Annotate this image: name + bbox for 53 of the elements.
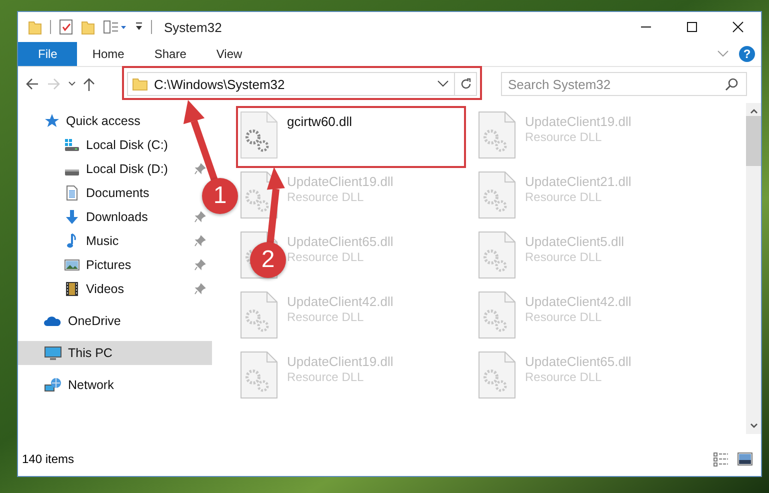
- up-arrow-icon[interactable]: [82, 76, 96, 92]
- sidebar-item[interactable]: OneDrive: [18, 309, 125, 333]
- sidebar-item[interactable]: Music: [18, 229, 123, 253]
- sidebar-item[interactable]: Local Disk (D:): [18, 157, 172, 181]
- pin-icon[interactable]: [194, 259, 206, 271]
- details-view-icon[interactable]: [713, 451, 729, 467]
- file-menu-button[interactable]: File: [18, 42, 78, 66]
- address-path[interactable]: C:\Windows\System32: [154, 76, 436, 92]
- sidebar-item[interactable]: Videos: [18, 277, 128, 301]
- sidebar-item[interactable]: Network: [18, 373, 118, 397]
- folder-icon[interactable]: [81, 19, 95, 35]
- chevron-down-icon[interactable]: [717, 50, 729, 58]
- view-list-icon[interactable]: [103, 19, 127, 35]
- search-icon: [725, 77, 739, 91]
- refresh-icon: [460, 78, 472, 90]
- scrollbar[interactable]: [746, 103, 761, 434]
- search-field[interactable]: Search System32: [501, 72, 747, 96]
- monitor-icon: [44, 345, 62, 361]
- drive-icon: [64, 168, 80, 176]
- file-name[interactable]: gcirtw60.dll: [287, 114, 352, 130]
- folder-icon: [132, 77, 148, 91]
- ribbon-tab[interactable]: View: [201, 42, 258, 66]
- picture-icon: [64, 257, 80, 273]
- pin-icon[interactable]: [194, 283, 206, 295]
- sidebar-item[interactable]: Quick access: [18, 109, 144, 133]
- ribbon-tab[interactable]: Share: [139, 42, 202, 66]
- file-icon[interactable]: [240, 111, 278, 159]
- sidebar-item[interactable]: Downloads: [18, 205, 152, 229]
- address-bar[interactable]: C:\Windows\System32: [127, 72, 477, 96]
- help-button[interactable]: ?: [739, 46, 755, 62]
- item-count: 140 items: [22, 452, 74, 466]
- download-icon: [64, 209, 80, 225]
- star-icon: [44, 113, 60, 129]
- back-arrow-icon[interactable]: [24, 76, 40, 92]
- pin-icon[interactable]: [194, 211, 206, 223]
- document-icon: [64, 185, 80, 201]
- dropdown-caret-icon[interactable]: [436, 79, 450, 89]
- sidebar-item[interactable]: Documents: [18, 181, 154, 205]
- pin-icon[interactable]: [194, 235, 206, 247]
- drive-icon: [64, 137, 80, 153]
- forward-arrow-icon[interactable]: [46, 76, 62, 92]
- sidebar-item[interactable]: This PC: [18, 341, 212, 365]
- window-title: System32: [164, 20, 222, 34]
- sidebar-item[interactable]: Local Disk (C:): [18, 133, 172, 157]
- large-icons-view-icon[interactable]: [737, 451, 753, 467]
- film-icon: [64, 281, 80, 297]
- ribbon-tab[interactable]: Home: [77, 42, 140, 66]
- sidebar-item[interactable]: Pictures: [18, 253, 136, 277]
- pin-icon[interactable]: [194, 163, 206, 175]
- properties-icon[interactable]: [59, 19, 73, 35]
- folder-icon[interactable]: [28, 19, 42, 35]
- network-icon: [44, 377, 62, 393]
- scroll-thumb[interactable]: [746, 116, 761, 166]
